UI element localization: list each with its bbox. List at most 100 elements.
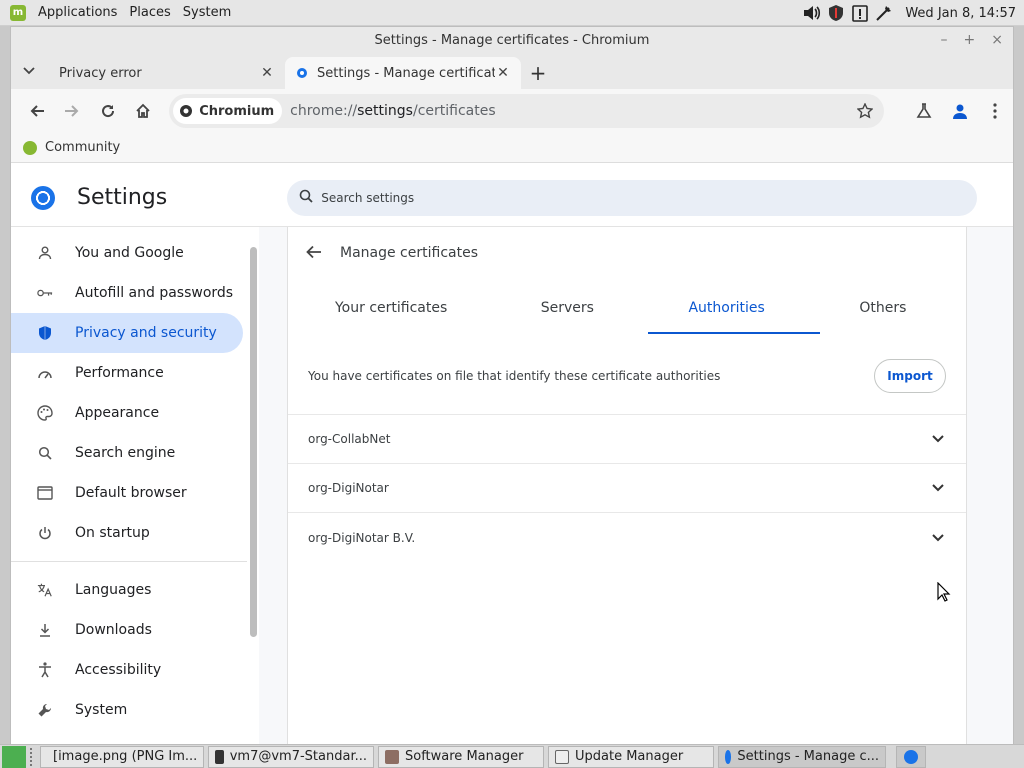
close-window-icon[interactable]: ×: [991, 32, 1003, 48]
list-item[interactable]: org-DigiNotar: [288, 464, 966, 513]
tab-your-certificates[interactable]: Your certificates: [308, 279, 474, 337]
sidebar-item-performance[interactable]: Performance: [11, 353, 259, 393]
mint-logo-icon: [23, 140, 37, 155]
tab-others[interactable]: Others: [800, 279, 966, 337]
import-button[interactable]: Import: [874, 358, 946, 393]
card-header: Manage certificates: [288, 227, 966, 279]
menu-applications[interactable]: Applications: [34, 5, 121, 20]
key-icon: [37, 285, 53, 301]
sidebar-item-label: You and Google: [75, 245, 184, 261]
person-icon: [37, 245, 53, 261]
shield-icon: [555, 749, 569, 764]
list-item[interactable]: org-CollabNet: [288, 415, 966, 464]
window-titlebar[interactable]: Settings - Manage certificates - Chromiu…: [11, 27, 1013, 53]
sidebar-item-you-and-google[interactable]: You and Google: [11, 233, 259, 273]
sidebar-item-label: Downloads: [75, 622, 152, 638]
shield-update-icon[interactable]: [827, 4, 845, 22]
sidebar-item-system[interactable]: System: [11, 690, 259, 730]
maximize-icon[interactable]: +: [964, 32, 976, 48]
home-icon[interactable]: [126, 93, 162, 129]
task-label: [image.png (PNG Im...: [53, 749, 198, 764]
tab-title: Privacy error: [59, 65, 142, 81]
sidebar-item-label: On startup: [75, 525, 150, 541]
workspace-switcher-icon[interactable]: [896, 745, 926, 768]
tab-privacy-error[interactable]: Privacy error ✕: [47, 57, 285, 89]
task-label: Software Manager: [405, 749, 524, 764]
tab-servers[interactable]: Servers: [484, 279, 650, 337]
sidebar-item-privacy[interactable]: Privacy and security: [11, 313, 243, 353]
bookmark-community[interactable]: Community: [23, 140, 120, 155]
tab-title: Settings - Manage certificates: [317, 65, 495, 81]
labs-flask-icon[interactable]: [906, 93, 942, 129]
sidebar-item-autofill[interactable]: Autofill and passwords: [11, 273, 259, 313]
address-bar[interactable]: Chromium chrome://settings/certificates: [169, 94, 885, 128]
sidebar-item-appearance[interactable]: Appearance: [11, 393, 259, 433]
manage-certificates-card: Manage certificates Your certificates Se…: [287, 227, 967, 744]
task-label: Settings - Manage c...: [737, 749, 879, 764]
browser-window: Settings - Manage certificates - Chromiu…: [10, 26, 1014, 744]
chevron-down-icon[interactable]: [930, 431, 946, 447]
show-desktop-icon[interactable]: [2, 745, 26, 768]
volume-icon[interactable]: [803, 4, 821, 22]
power-icon: [37, 525, 53, 541]
page-title: Settings: [77, 185, 168, 210]
sidebar-scrollbar[interactable]: [248, 237, 258, 737]
palette-icon: [37, 405, 53, 421]
system-tray: Wed Jan 8, 14:57: [803, 0, 1016, 26]
new-tab-button[interactable]: +: [521, 57, 555, 89]
sidebar-item-label: Autofill and passwords: [75, 285, 234, 301]
tab-settings[interactable]: Settings - Manage certificates ✕: [285, 57, 521, 89]
sidebar-item-default-browser[interactable]: Default browser: [11, 473, 259, 513]
scrollbar-thumb[interactable]: [250, 247, 257, 637]
sidebar-item-on-startup[interactable]: On startup: [11, 513, 259, 553]
sidebar-item-label: Search engine: [75, 445, 176, 461]
tab-authorities[interactable]: Authorities: [644, 279, 810, 337]
sidebar-item-label: Appearance: [75, 405, 160, 421]
certificate-tabs: Your certificates Servers Authorities Ot…: [288, 279, 966, 337]
back-arrow-icon[interactable]: [306, 243, 322, 264]
sidebar-item-label: Accessibility: [75, 662, 162, 678]
settings-sidebar: You and Google Autofill and passwords Pr…: [11, 227, 259, 744]
network-icon[interactable]: [875, 4, 893, 22]
chevron-down-icon[interactable]: [930, 530, 946, 546]
shield-icon: [37, 325, 53, 341]
close-tab-icon[interactable]: ✕: [259, 65, 275, 81]
sidebar-item-accessibility[interactable]: Accessibility: [11, 650, 259, 690]
task-update-manager[interactable]: Update Manager: [548, 745, 714, 768]
reload-icon[interactable]: [90, 93, 126, 129]
mint-menu-icon[interactable]: m: [10, 4, 26, 21]
speedometer-icon: [37, 365, 53, 381]
sidebar-item-search-engine[interactable]: Search engine: [11, 433, 259, 473]
minimize-icon[interactable]: –: [941, 32, 948, 48]
search-input[interactable]: Search settings: [287, 179, 978, 216]
back-icon[interactable]: [19, 93, 55, 129]
clipboard-alert-icon[interactable]: [851, 4, 869, 22]
task-image-viewer[interactable]: [image.png (PNG Im...: [40, 745, 204, 768]
window-title: Settings - Manage certificates - Chromiu…: [374, 32, 650, 48]
bookmark-star-icon[interactable]: [850, 103, 880, 119]
sidebar-item-label: Languages: [75, 582, 152, 598]
clock[interactable]: Wed Jan 8, 14:57: [905, 6, 1016, 21]
task-chromium-settings[interactable]: Settings - Manage c...: [718, 745, 886, 768]
close-tab-icon[interactable]: ✕: [495, 65, 511, 81]
more-menu-icon[interactable]: [977, 93, 1013, 129]
description-row: You have certificates on file that ident…: [288, 337, 966, 415]
forward-icon[interactable]: [55, 93, 91, 129]
menu-places[interactable]: Places: [125, 5, 174, 20]
task-software-manager[interactable]: Software Manager: [378, 745, 544, 768]
url-text[interactable]: chrome://settings/certificates: [290, 103, 850, 119]
chevron-down-icon[interactable]: [930, 480, 946, 496]
settings-header: Settings Search settings: [11, 169, 1013, 227]
task-terminal[interactable]: vm7@vm7-Standar...: [208, 745, 374, 768]
sidebar-item-downloads[interactable]: Downloads: [11, 610, 259, 650]
menu-system[interactable]: System: [179, 5, 235, 20]
authority-name: org-DigiNotar B.V.: [308, 530, 416, 545]
browser-icon: [37, 485, 53, 501]
system-panel: m Applications Places System Wed Jan 8, …: [0, 0, 1024, 26]
site-chip[interactable]: Chromium: [173, 98, 283, 124]
list-item[interactable]: org-DigiNotar B.V.: [288, 513, 966, 562]
sidebar-item-languages[interactable]: Languages: [11, 570, 259, 610]
tab-search-chevron-icon[interactable]: [11, 53, 47, 89]
gear-icon: [295, 66, 309, 80]
profile-icon[interactable]: [942, 93, 978, 129]
